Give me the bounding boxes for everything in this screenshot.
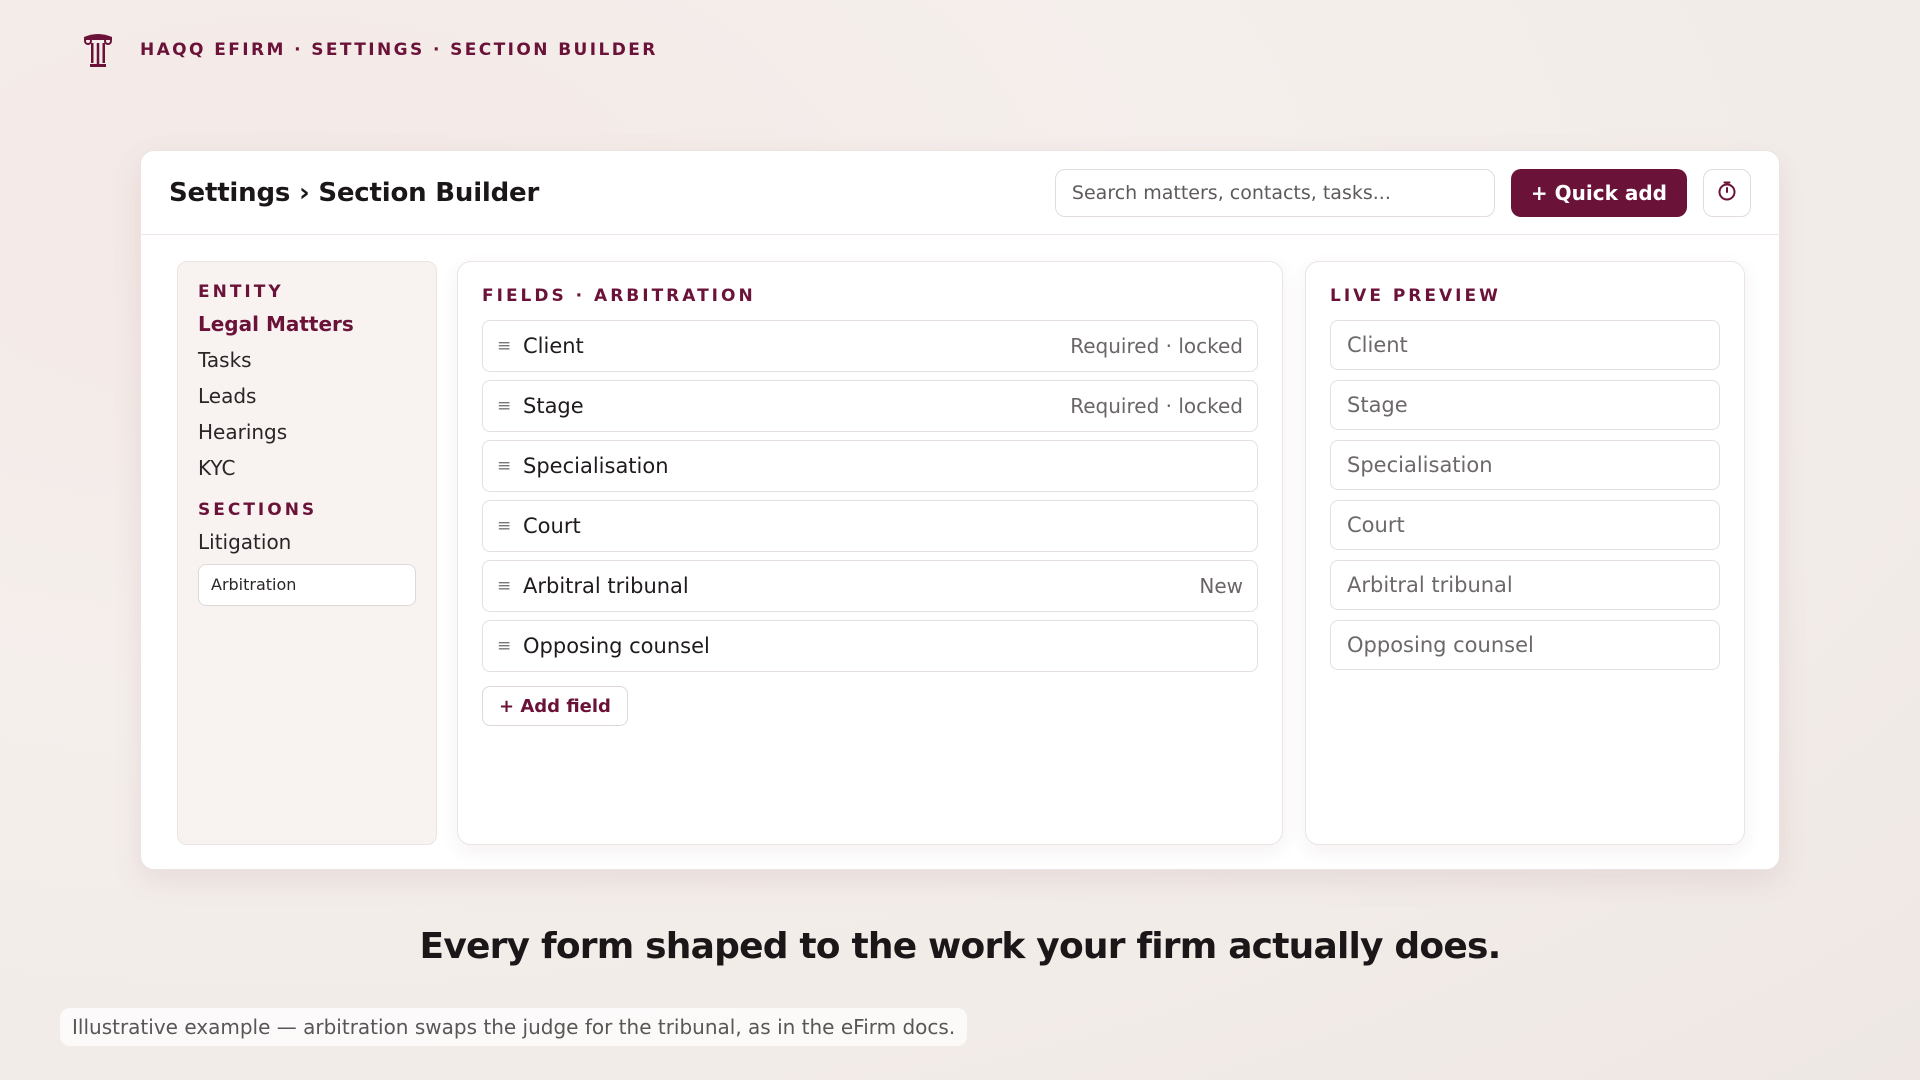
preview-field-client[interactable]: Client [1330, 320, 1720, 370]
top-bar: HAQQ EFIRM · SETTINGS · SECTION BUILDER [82, 32, 658, 68]
drag-handle-icon[interactable]: ≡ [497, 516, 523, 536]
fields-panel-label: FIELDS · ARBITRATION [482, 286, 756, 306]
preview-field-arbitral-tribunal[interactable]: Arbitral tribunal [1330, 560, 1720, 610]
preview-field-court[interactable]: Court [1330, 500, 1720, 550]
field-name: Stage [523, 394, 584, 418]
drag-handle-icon[interactable]: ≡ [497, 336, 523, 356]
live-preview-panel: LIVE PREVIEW Client Stage Specialisation… [1305, 261, 1745, 845]
preview-field-specialisation[interactable]: Specialisation [1330, 440, 1720, 490]
tagline: Every form shaped to the work your firm … [419, 926, 1502, 967]
field-row-specialisation[interactable]: ≡ Specialisation [482, 440, 1258, 492]
preview-field-stage[interactable]: Stage [1330, 380, 1720, 430]
footnote: Illustrative example — arbitration swaps… [60, 1008, 968, 1046]
quick-add-button[interactable]: + Quick add [1510, 168, 1687, 217]
stopwatch-icon [1716, 180, 1738, 205]
drag-handle-icon[interactable]: ≡ [497, 576, 523, 596]
field-name: Specialisation [523, 454, 669, 478]
field-row-stage[interactable]: ≡ Stage Required · locked [482, 380, 1258, 432]
sidebar-item-leads[interactable]: Leads [198, 378, 416, 414]
search-input[interactable] [1054, 168, 1495, 217]
field-row-opposing-counsel[interactable]: ≡ Opposing counsel [482, 620, 1258, 672]
sections-group-label: SECTIONS [198, 500, 318, 520]
sidebar-item-hearings[interactable]: Hearings [198, 414, 416, 450]
fields-panel: FIELDS · ARBITRATION ≡ Client Required ·… [457, 261, 1283, 845]
field-name: Client [523, 334, 584, 358]
entity-group-label: ENTITY [198, 282, 284, 302]
field-row-arbitral-tribunal[interactable]: ≡ Arbitral tribunal New [482, 560, 1258, 612]
field-status: Required · locked [1070, 394, 1243, 418]
field-name: Court [523, 514, 581, 538]
field-row-court[interactable]: ≡ Court [482, 500, 1258, 552]
pillar-icon [82, 32, 114, 68]
preview-panel-label: LIVE PREVIEW [1330, 286, 1501, 306]
field-status: Required · locked [1070, 334, 1243, 358]
card-header: Settings › Section Builder + Quick add [141, 151, 1779, 235]
preview-field-opposing-counsel[interactable]: Opposing counsel [1330, 620, 1720, 670]
page-title: Settings › Section Builder [169, 177, 540, 208]
drag-handle-icon[interactable]: ≡ [497, 636, 523, 656]
app-breadcrumb: HAQQ EFIRM · SETTINGS · SECTION BUILDER [140, 40, 658, 60]
drag-handle-icon[interactable]: ≡ [497, 396, 523, 416]
entity-sidebar: ENTITY Legal Matters Tasks Leads Hearing… [177, 261, 437, 845]
sidebar-item-legal-matters[interactable]: Legal Matters [198, 306, 416, 342]
sidebar-item-kyc[interactable]: KYC [198, 450, 416, 486]
drag-handle-icon[interactable]: ≡ [497, 456, 523, 476]
section-item-litigation[interactable]: Litigation [198, 524, 416, 560]
timer-button[interactable] [1703, 168, 1751, 217]
add-field-button[interactable]: + Add field [482, 686, 628, 726]
field-name: Arbitral tribunal [523, 574, 689, 598]
field-name: Opposing counsel [523, 634, 710, 658]
section-builder-card: Settings › Section Builder + Quick add E… [140, 150, 1780, 870]
new-badge: New [1199, 574, 1243, 598]
field-row-client[interactable]: ≡ Client Required · locked [482, 320, 1258, 372]
section-item-arbitration[interactable]: Arbitration [198, 564, 416, 606]
sidebar-item-tasks[interactable]: Tasks [198, 342, 416, 378]
